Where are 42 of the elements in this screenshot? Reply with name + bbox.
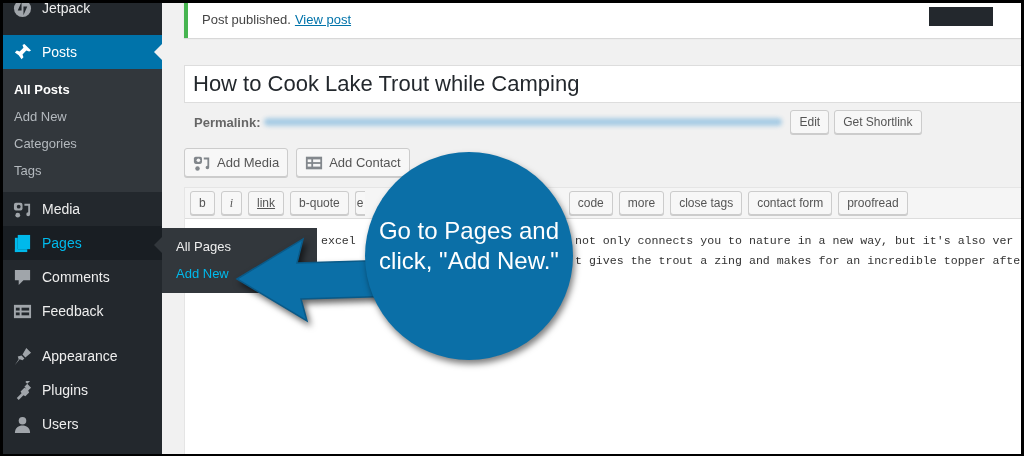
- editor-text: excel: [321, 234, 356, 247]
- quicktag-button[interactable]: contact form: [748, 191, 833, 215]
- sidebar-item[interactable]: Media: [3, 192, 162, 226]
- quicktag-button[interactable]: code: [568, 191, 613, 215]
- redaction-block: [929, 7, 993, 26]
- sidebar-item[interactable]: Comments: [3, 260, 162, 294]
- quicktag-button[interactable]: more: [618, 191, 665, 215]
- quicktag-button[interactable]: b: [190, 191, 215, 215]
- submenu-item[interactable]: Tags: [3, 157, 162, 184]
- submenu-item[interactable]: Add New: [3, 103, 162, 130]
- quicktag-button[interactable]: proofread: [838, 191, 908, 215]
- notice-text: Post published.: [202, 11, 291, 27]
- flyout-item[interactable]: All Pages: [176, 233, 231, 260]
- pages-icon: [13, 233, 32, 253]
- media-button[interactable]: Add Media: [184, 148, 289, 177]
- permalink-button[interactable]: Get Shortlink: [834, 110, 922, 134]
- editor-text: t gives the trout a zing and makes for an incredible topper afte: [575, 253, 1021, 269]
- sidebar-item[interactable]: Feedback: [3, 294, 162, 328]
- submenu-item[interactable]: All Posts: [3, 76, 162, 103]
- quicktag-button[interactable]: i: [220, 191, 243, 215]
- sidebar-item[interactable]: Users: [3, 407, 162, 441]
- quicktag-button[interactable]: link: [248, 191, 285, 215]
- view-post-link[interactable]: View post: [294, 11, 352, 27]
- quicktag-button[interactable]: e: [354, 191, 365, 215]
- user-icon: [13, 414, 32, 434]
- permalink-button[interactable]: Edit: [790, 110, 830, 134]
- sidebar-item[interactable]: Pages: [3, 226, 162, 260]
- permalink-label: Permalink:: [194, 114, 261, 130]
- sidebar-item[interactable]: Jetpack: [3, 3, 162, 25]
- title-field[interactable]: How to Cook Lake Trout while Camping: [184, 65, 1021, 103]
- submenu-item[interactable]: Categories: [3, 130, 162, 157]
- flyout-item[interactable]: Add New: [176, 260, 229, 287]
- media-button[interactable]: Add Contact: [296, 148, 410, 177]
- speech-bubble-icon: [13, 267, 32, 287]
- sidebar-item[interactable]: Appearance: [3, 339, 162, 373]
- editor-text: not only connects you to nature in a new way, but it's also ver: [575, 233, 1014, 249]
- quicktag-button[interactable]: b-quote: [290, 191, 349, 215]
- pushpin-icon: [13, 42, 32, 62]
- sidebar-item[interactable]: Posts: [3, 35, 162, 69]
- sidebar-item[interactable]: Plugins: [3, 373, 162, 407]
- quicktag-button[interactable]: close tags: [670, 191, 743, 215]
- callout-text: Go to Pages and click, "Add New.": [377, 216, 561, 276]
